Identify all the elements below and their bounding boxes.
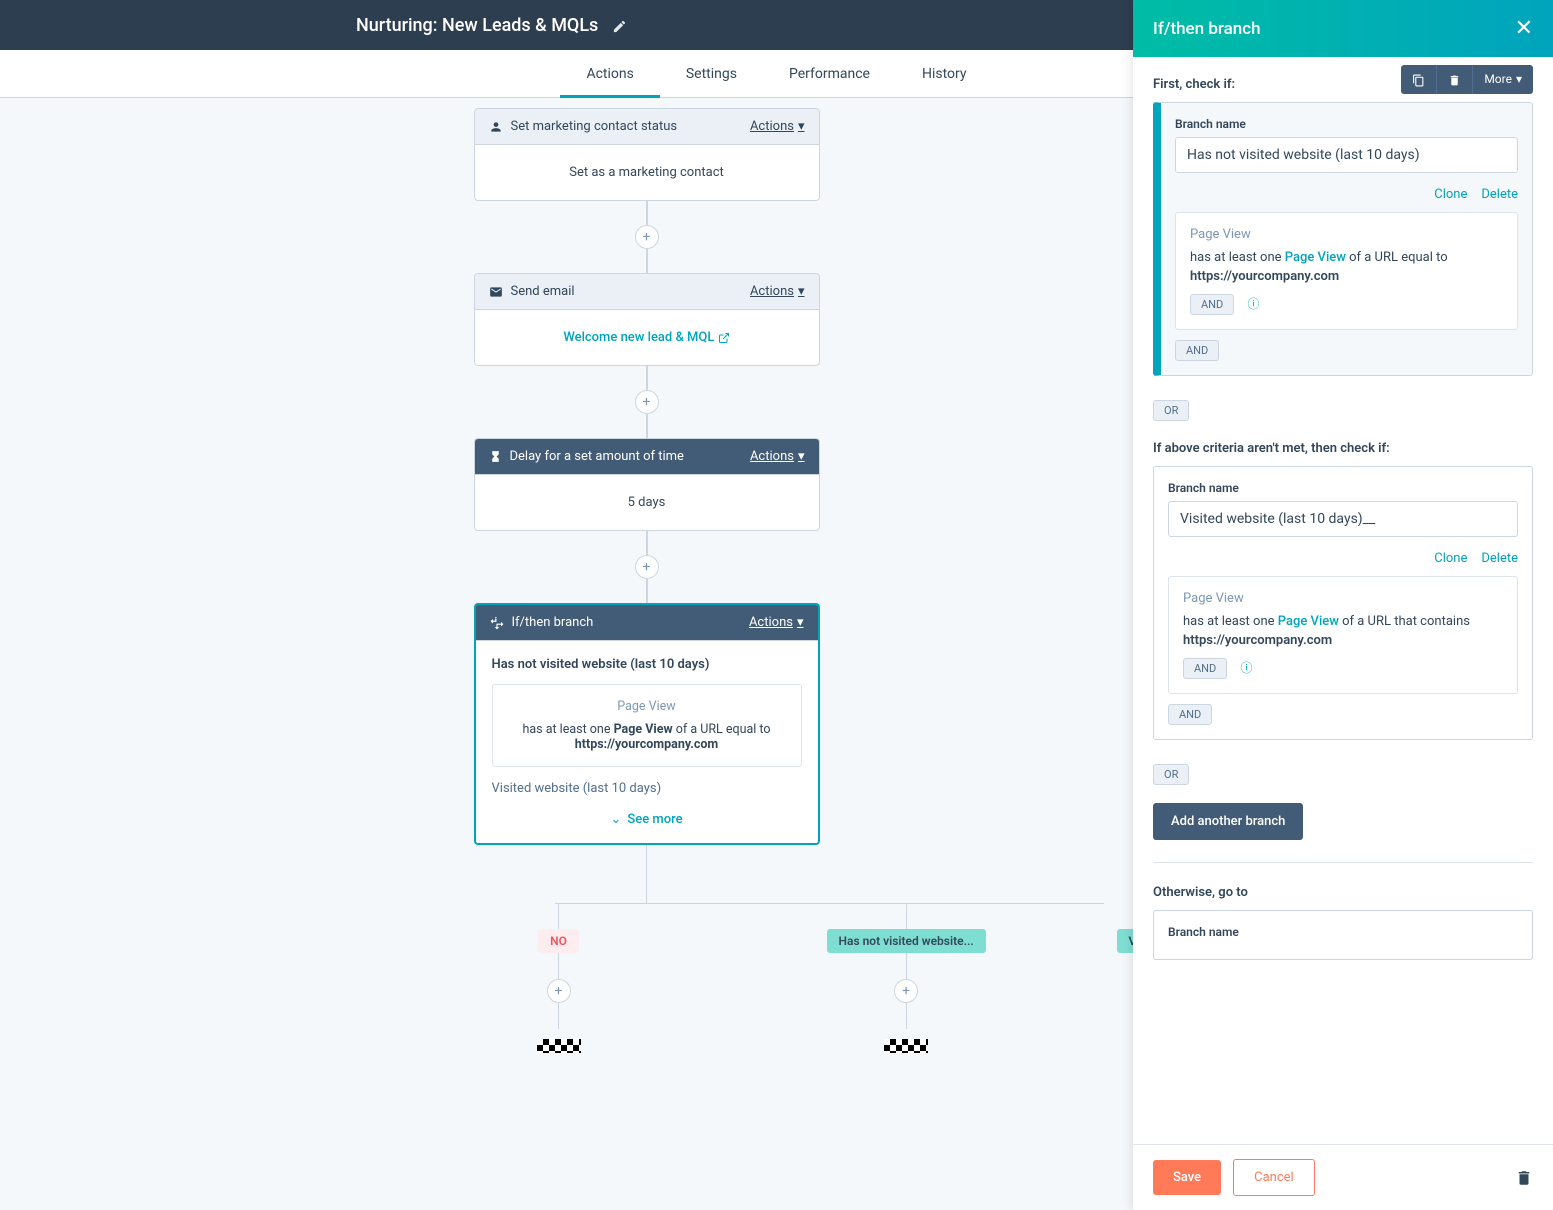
- card-body: 5 days: [475, 475, 819, 530]
- action-card-set-status[interactable]: Set marketing contact status Actions ▾ S…: [474, 108, 820, 201]
- side-panel: If/then branch ✕ First, check if: More ▾…: [1133, 0, 1553, 1210]
- filter-card[interactable]: Page View has at least one Page View of …: [1168, 576, 1518, 694]
- branch-name-label: Branch name: [1168, 481, 1518, 495]
- end-marker: [537, 1039, 581, 1053]
- email-link[interactable]: Welcome new lead & MQL: [563, 330, 729, 345]
- envelope-icon: [489, 284, 503, 299]
- and-button[interactable]: AND: [1190, 294, 1234, 315]
- branch-else-editor: Branch name: [1153, 910, 1533, 960]
- and-button-outer[interactable]: AND: [1175, 340, 1219, 361]
- branch-1-editor: Branch name Clone Delete Page View has a…: [1153, 102, 1533, 376]
- filter-type: Page View: [1190, 227, 1503, 242]
- delete-link[interactable]: Delete: [1481, 187, 1518, 202]
- branch-name-label: Branch name: [1168, 925, 1518, 939]
- chevron-down-icon: ⌄: [610, 812, 621, 827]
- page-view-link[interactable]: Page View: [1278, 614, 1339, 629]
- card-actions-dropdown[interactable]: Actions ▾: [750, 284, 805, 299]
- page-title: Nurturing: New Leads & MQLs: [356, 15, 598, 36]
- card-actions-dropdown[interactable]: Actions ▾: [749, 615, 804, 630]
- or-button[interactable]: OR: [1153, 764, 1189, 785]
- info-icon[interactable]: ⓘ: [1247, 297, 1259, 311]
- branch-1-name-input[interactable]: [1175, 137, 1518, 173]
- card-body: Set as a marketing contact: [475, 145, 819, 200]
- card-title: If/then branch: [512, 615, 594, 630]
- card-actions-dropdown[interactable]: Actions ▾: [750, 119, 805, 134]
- delete-link[interactable]: Delete: [1481, 551, 1518, 566]
- more-dropdown[interactable]: More ▾: [1473, 65, 1533, 93]
- branch-icon: [490, 615, 504, 630]
- tab-actions[interactable]: Actions: [560, 50, 659, 97]
- see-more-button[interactable]: ⌄ See more: [492, 812, 802, 827]
- branch-1-label[interactable]: Has not visited website...: [827, 929, 986, 953]
- tab-settings[interactable]: Settings: [660, 50, 763, 97]
- branch-filter-summary: Page View has at least one Page View of …: [492, 684, 802, 767]
- or-button[interactable]: OR: [1153, 400, 1189, 421]
- action-card-delay[interactable]: Delay for a set amount of time Actions ▾…: [474, 438, 820, 531]
- close-icon[interactable]: ✕: [1515, 16, 1533, 41]
- card-title: Delay for a set amount of time: [510, 449, 684, 464]
- section-first-check: First, check if:: [1153, 77, 1235, 92]
- filter-type: Page View: [1183, 591, 1503, 606]
- add-branch-button[interactable]: Add another branch: [1153, 803, 1303, 840]
- add-step-button[interactable]: +: [894, 979, 918, 1003]
- caret-down-icon: ▾: [798, 449, 805, 464]
- add-step-button[interactable]: +: [635, 390, 659, 414]
- delete-icon-button[interactable]: [1437, 65, 1473, 93]
- end-marker: [884, 1039, 928, 1053]
- edit-icon[interactable]: [612, 16, 627, 35]
- branch-no-label[interactable]: NO: [538, 929, 579, 953]
- clone-icon-button[interactable]: [1401, 65, 1437, 93]
- info-icon[interactable]: ⓘ: [1240, 661, 1252, 675]
- page-view-link[interactable]: Page View: [1285, 250, 1346, 265]
- panel-title: If/then branch: [1153, 19, 1261, 39]
- tab-history[interactable]: History: [896, 50, 993, 97]
- clone-link[interactable]: Clone: [1434, 187, 1467, 202]
- tab-performance[interactable]: Performance: [763, 50, 896, 97]
- branch-1-title: Has not visited website (last 10 days): [492, 657, 802, 672]
- action-card-send-email[interactable]: Send email Actions ▾ Welcome new lead & …: [474, 273, 820, 366]
- panel-header: If/then branch ✕: [1133, 0, 1553, 57]
- add-step-button[interactable]: +: [635, 225, 659, 249]
- add-step-button[interactable]: +: [635, 555, 659, 579]
- card-title: Set marketing contact status: [511, 119, 678, 134]
- branch-2-title: Visited website (last 10 days): [492, 781, 802, 796]
- branch-2-editor: Branch name Clone Delete Page View has a…: [1153, 466, 1533, 740]
- caret-down-icon: ▾: [798, 284, 805, 299]
- panel-footer: Save Cancel: [1133, 1144, 1553, 1210]
- and-button[interactable]: AND: [1183, 658, 1227, 679]
- caret-down-icon: ▾: [1516, 72, 1522, 86]
- card-title: Send email: [511, 284, 575, 299]
- branch-name-label: Branch name: [1175, 117, 1518, 131]
- save-button[interactable]: Save: [1153, 1160, 1221, 1195]
- branch-toolbar: More ▾: [1401, 65, 1533, 93]
- caret-down-icon: ▾: [798, 119, 805, 134]
- cancel-button[interactable]: Cancel: [1233, 1159, 1315, 1196]
- and-button-outer[interactable]: AND: [1168, 704, 1212, 725]
- delete-icon[interactable]: [1515, 1167, 1533, 1188]
- hourglass-icon: [489, 449, 502, 464]
- clone-link[interactable]: Clone: [1434, 551, 1467, 566]
- caret-down-icon: ▾: [797, 615, 804, 630]
- branch-2-name-input[interactable]: [1168, 501, 1518, 537]
- card-actions-dropdown[interactable]: Actions ▾: [750, 449, 805, 464]
- filter-card[interactable]: Page View has at least one Page View of …: [1175, 212, 1518, 330]
- add-step-button[interactable]: +: [547, 979, 571, 1003]
- otherwise-label: Otherwise, go to: [1153, 885, 1533, 900]
- action-card-if-then[interactable]: If/then branch Actions ▾ Has not visited…: [474, 603, 820, 845]
- section-else-check: If above criteria aren't met, then check…: [1153, 441, 1533, 456]
- person-icon: [489, 119, 503, 134]
